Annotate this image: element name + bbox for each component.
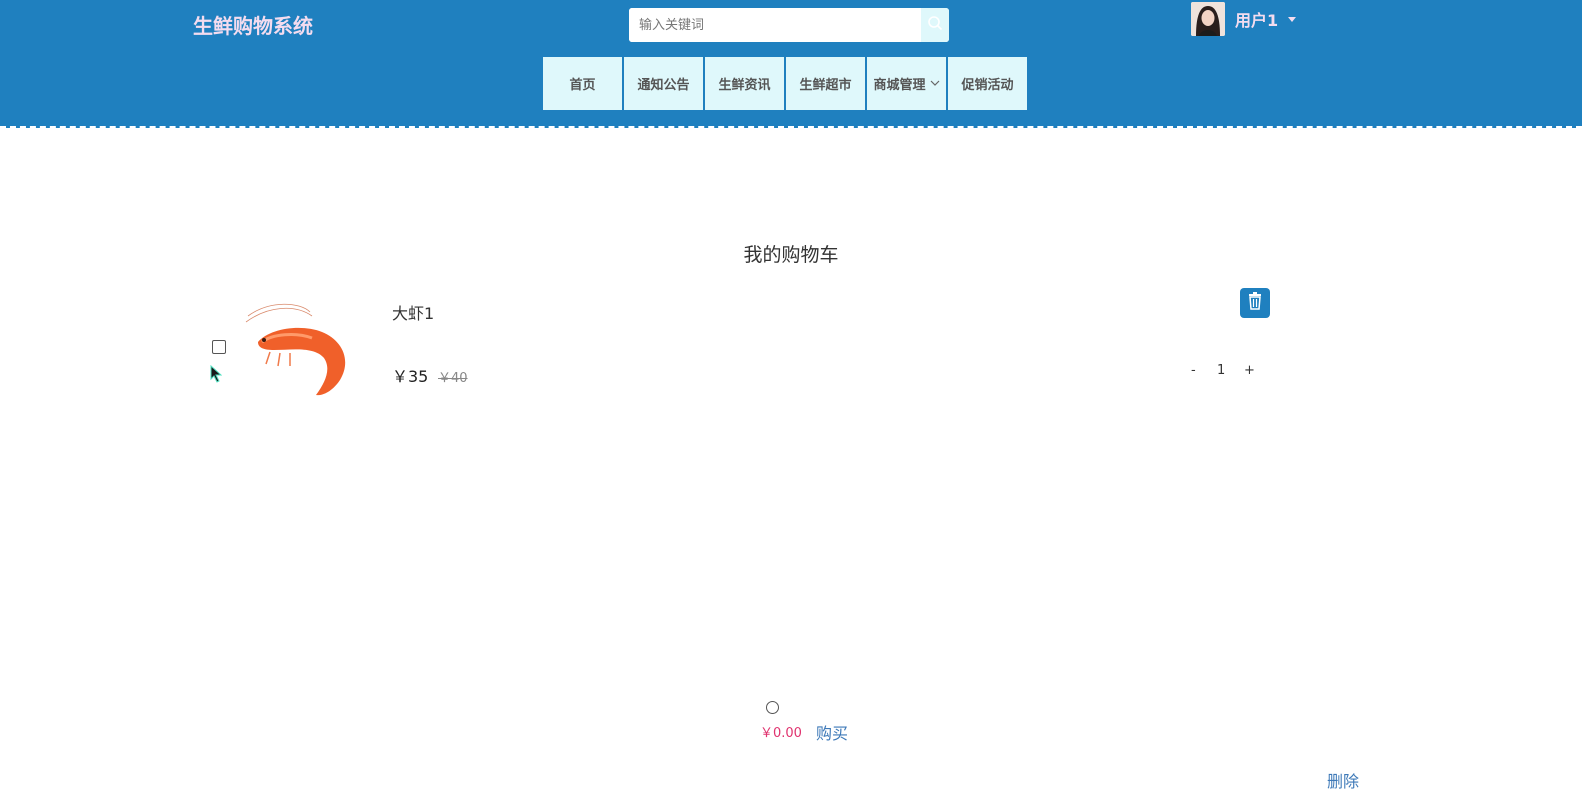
nav-label: 商城管理 [873, 78, 926, 93]
buy-button[interactable]: 购买 [816, 720, 848, 744]
brand-title[interactable]: 生鲜购物系统 [193, 10, 313, 39]
product-image[interactable] [240, 298, 355, 403]
remove-item-button[interactable] [1240, 288, 1270, 318]
search-input[interactable] [629, 8, 919, 42]
quantity-value: 1 [1217, 363, 1226, 378]
nav-item-news[interactable]: 生鲜资讯 [705, 57, 784, 110]
nav-item-notices[interactable]: 通知公告 [624, 57, 703, 110]
product-original-price: ￥40 [438, 371, 468, 386]
header: 生鲜购物系统 用户1 首页 通知公告 生鲜资讯 生鲜超市 [0, 0, 1582, 128]
avatar [1191, 2, 1225, 36]
nav-label: 首页 [569, 78, 596, 93]
search-bar [629, 8, 949, 42]
quantity-increase-button[interactable]: + [1244, 363, 1255, 378]
chevron-down-icon [930, 76, 940, 91]
search-icon [927, 15, 943, 35]
nav-item-home[interactable]: 首页 [543, 57, 622, 110]
item-checkbox[interactable] [212, 340, 226, 354]
user-menu[interactable]: 用户1 [1191, 2, 1297, 36]
caret-down-icon[interactable] [1288, 16, 1297, 22]
product-price: ￥35 [392, 367, 429, 386]
page-title: 我的购物车 [743, 244, 839, 266]
select-all-radio[interactable] [766, 701, 779, 714]
user-name[interactable]: 用户1 [1235, 7, 1278, 31]
nav-label: 通知公告 [637, 78, 690, 93]
nav-label: 生鲜超市 [799, 78, 852, 93]
cursor-icon [210, 364, 223, 387]
nav-item-promotions[interactable]: 促销活动 [948, 57, 1027, 110]
trash-icon [1247, 292, 1263, 314]
total-price: ￥0.00 [760, 726, 802, 741]
nav-item-mall-management[interactable]: 商城管理 [867, 57, 946, 110]
delete-button[interactable]: 删除 [1327, 768, 1359, 792]
nav-label: 促销活动 [961, 78, 1014, 93]
product-name[interactable]: 大虾1 [392, 300, 434, 324]
nav-label: 生鲜资讯 [718, 78, 771, 93]
search-button[interactable] [921, 8, 949, 42]
main-nav: 首页 通知公告 生鲜资讯 生鲜超市 商城管理 促销活动 [543, 57, 1027, 110]
nav-item-supermarket[interactable]: 生鲜超市 [786, 57, 865, 110]
quantity-decrease-button[interactable]: - [1191, 363, 1196, 378]
